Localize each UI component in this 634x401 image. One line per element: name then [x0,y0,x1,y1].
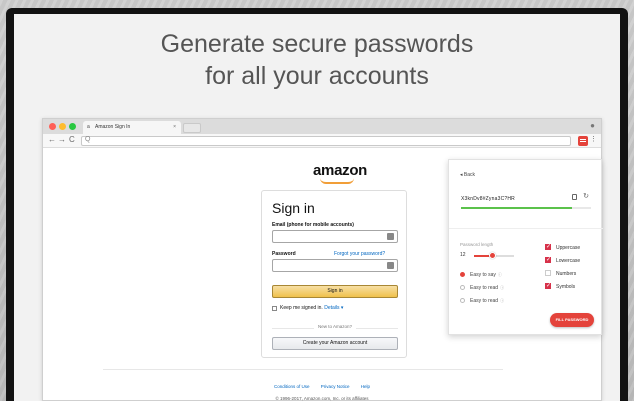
radio-button[interactable] [460,272,465,277]
checkbox[interactable] [545,282,551,289]
minimize-window-button[interactable] [59,123,66,130]
search-icon: Q [85,136,91,143]
signin-button[interactable]: Sign in [272,285,398,298]
option-label: Easy to read [470,285,499,291]
footer-links: Conditions of Use Privacy Notice Help [43,384,601,389]
info-icon[interactable]: ⓘ [498,272,502,277]
details-link[interactable]: Details [324,305,339,311]
option-lowercase[interactable]: Lowercase [545,256,581,264]
browser-toolbar: ← → C Q ⋮ [43,134,601,148]
headline-line-1: Generate secure passwords [160,30,474,58]
conditions-of-use-link[interactable]: Conditions of Use [274,384,310,389]
option-symbols[interactable]: Symbols [545,282,576,290]
radio-button[interactable] [460,285,465,290]
info-icon[interactable]: ⓘ [500,285,504,290]
password-label: Password [272,251,296,257]
browser-menu-icon[interactable]: ⋮ [590,135,597,143]
option-label: Lowercase [556,258,581,264]
length-slider-handle[interactable] [488,252,496,259]
option-easy-to-read-2[interactable]: Easy to read ⓘ [460,298,504,304]
reload-icon[interactable]: C [69,135,75,144]
tab-title: Amazon Sign In [95,124,131,130]
password-manager-field-icon[interactable] [387,233,394,240]
option-uppercase[interactable]: Uppercase [545,243,581,251]
back-button[interactable]: ◂ Back [460,172,475,178]
option-numbers[interactable]: Numbers [545,270,576,277]
password-generator-popup: ◂ Back X3knDv8#Zyna3C?HR ↻ Password leng… [448,159,603,335]
divider [449,228,603,229]
checkbox[interactable] [545,256,551,263]
password-manager-icon[interactable] [578,136,588,146]
close-window-button[interactable] [49,123,56,130]
browser-window: a Amazon Sign In × ● ← → C Q ⋮ amazon Si… [42,118,603,401]
option-label: Numbers [556,271,577,277]
option-label: Uppercase [556,245,581,251]
password-manager-field-icon[interactable] [387,262,394,269]
privacy-notice-link[interactable]: Privacy Notice [321,384,350,389]
forward-arrow-icon[interactable]: → [58,135,66,144]
option-label: Symbols [556,284,576,290]
strength-meter [461,207,591,209]
address-bar[interactable]: Q [81,136,571,146]
info-icon[interactable]: ⓘ [500,298,504,303]
help-link[interactable]: Help [361,384,370,389]
option-easy-to-read[interactable]: Easy to read ⓘ [460,285,504,291]
tab-close-icon[interactable]: × [173,121,176,134]
maximize-window-button[interactable] [69,123,76,130]
copyright: © 1996-2017, Amazon.com, Inc. or its aff… [275,396,369,401]
amazon-smile-icon [320,178,354,184]
copy-icon[interactable] [572,194,577,200]
option-label: Easy to say [470,272,496,278]
new-tab-button[interactable] [183,123,201,133]
new-to-amazon-text: New to Amazon? [313,324,357,329]
refresh-icon[interactable]: ↻ [583,192,589,200]
generated-password: X3knDv8#Zyna3C?HR [461,196,515,202]
keep-signed-in-text: Keep me signed in. [280,305,323,311]
email-field[interactable] [272,230,398,243]
strength-meter-fill [461,207,572,209]
headline-line-2: for all your accounts [205,62,429,90]
back-arrow-icon[interactable]: ← [48,135,56,144]
browser-tab[interactable]: a Amazon Sign In × [83,121,181,134]
amazon-favicon-icon: a [87,124,90,130]
amazon-logo[interactable]: amazon [313,162,367,179]
checkbox[interactable] [545,243,551,250]
browser-tab-bar: a Amazon Sign In × ● [43,119,601,134]
promo-panel: Generate secure passwords for all your a… [14,14,620,401]
footer-divider [103,369,503,370]
keep-signed-in-checkbox[interactable] [272,306,277,311]
length-value: 12 [460,252,466,258]
checkbox[interactable] [545,270,551,276]
create-account-button[interactable]: Create your Amazon account [272,337,398,350]
profile-icon[interactable]: ● [590,121,595,130]
keep-signed-in-label: Keep me signed in. Details ▾ [280,305,343,311]
fill-password-button[interactable]: FILL PASSWORD [550,313,594,327]
new-to-amazon-label: New to Amazon? [262,324,408,329]
headline: Generate secure passwords for all your a… [14,28,620,92]
details-caret-icon: ▾ [340,305,344,311]
radio-button[interactable] [460,298,465,303]
length-label: Password length [460,242,494,247]
forgot-password-link[interactable]: Forgot your password? [334,251,385,257]
signin-title: Sign in [272,200,315,216]
password-field[interactable] [272,259,398,272]
signin-form: Sign in Email (phone for mobile accounts… [261,190,407,358]
option-easy-to-say[interactable]: Easy to say ⓘ [460,272,502,278]
email-label: Email (phone for mobile accounts) [272,222,354,228]
option-label: Easy to read [470,298,499,304]
